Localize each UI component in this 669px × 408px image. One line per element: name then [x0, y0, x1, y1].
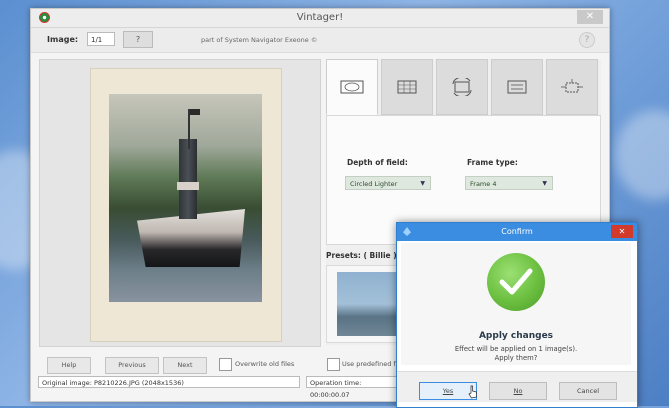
- window-close-button[interactable]: ✕: [577, 10, 603, 24]
- dialog-title: Confirm: [397, 223, 637, 241]
- preset-thumbnail[interactable]: [337, 272, 397, 336]
- tab-crop[interactable]: [546, 59, 598, 115]
- adjust-lines-icon: [507, 80, 527, 94]
- status-original-image: Original image: P8210226.JPG (2048x1536): [38, 376, 300, 388]
- dialog-message: Effect will be applied on 1 image(s).: [454, 345, 578, 353]
- tab-frame[interactable]: [381, 59, 433, 115]
- funnel-band: [177, 182, 199, 190]
- status-operation-time: Operation time: 00:00:00.07: [306, 376, 398, 399]
- next-button[interactable]: Next: [163, 357, 207, 374]
- vignette-icon: [340, 80, 364, 94]
- title-bar: Vintager! ✕: [31, 9, 609, 28]
- window-title: Vintager!: [296, 12, 344, 23]
- dialog-button-bar: Yes No Cancel: [397, 371, 637, 402]
- predefined-checkbox[interactable]: [327, 358, 340, 371]
- no-button[interactable]: No: [489, 382, 547, 400]
- photo-frame: [90, 68, 282, 342]
- help-button[interactable]: Help: [47, 357, 91, 374]
- presets-label: Presets: ( Billie ): [326, 251, 397, 260]
- overwrite-label: Overwrite old files: [235, 360, 295, 368]
- predefined-label: Use predefined fra: [342, 360, 403, 368]
- tab-vignette[interactable]: [326, 59, 378, 115]
- tab-adjust[interactable]: [491, 59, 543, 115]
- toolbar-button[interactable]: ?: [123, 31, 153, 48]
- dialog-close-button[interactable]: ✕: [611, 225, 633, 238]
- image-index-field[interactable]: 1/1: [87, 32, 115, 46]
- confirm-dialog: Confirm ✕ Apply changes Effect will be a…: [396, 222, 638, 408]
- credit-text: part of System Navigator Exeone ©: [201, 36, 318, 44]
- image-label: Image:: [47, 35, 79, 44]
- boat-flag: [190, 109, 200, 115]
- dialog-question: Apply them?: [494, 354, 538, 362]
- crop-image-icon: [561, 79, 583, 93]
- overwrite-checkbox[interactable]: [219, 358, 232, 371]
- rotate-image-icon: [452, 78, 472, 96]
- image-preview: [39, 59, 321, 347]
- cancel-button[interactable]: Cancel: [559, 382, 617, 400]
- tab-row: [326, 59, 601, 115]
- depth-dropdown[interactable]: Circled Lighter ▼: [345, 176, 431, 190]
- frame-value: Frame 4: [470, 180, 497, 188]
- frame-dropdown[interactable]: Frame 4 ▼: [465, 176, 553, 190]
- frame-grid-icon: [397, 80, 417, 94]
- depth-value: Circled Lighter: [350, 180, 398, 188]
- chevron-down-icon: ▼: [542, 180, 547, 187]
- frame-label: Frame type:: [467, 158, 518, 167]
- dialog-body: Apply changes Effect will be applied on …: [401, 243, 631, 365]
- hand-cursor-icon: [468, 385, 477, 399]
- boat-funnel: [179, 139, 197, 219]
- previous-button[interactable]: Previous: [105, 357, 159, 374]
- help-icon[interactable]: ?: [579, 32, 595, 48]
- dialog-heading: Apply changes: [478, 331, 554, 341]
- preview-photo: [109, 94, 262, 302]
- depth-label: Depth of field:: [347, 158, 408, 167]
- boat-mast: [188, 109, 190, 149]
- success-check-icon: [487, 253, 545, 311]
- desktop-glow: [615, 110, 669, 200]
- tab-rotate[interactable]: [436, 59, 488, 115]
- chevron-down-icon: ▼: [420, 180, 425, 187]
- toolbar: Image: 1/1 ? part of System Navigator Ex…: [31, 28, 609, 53]
